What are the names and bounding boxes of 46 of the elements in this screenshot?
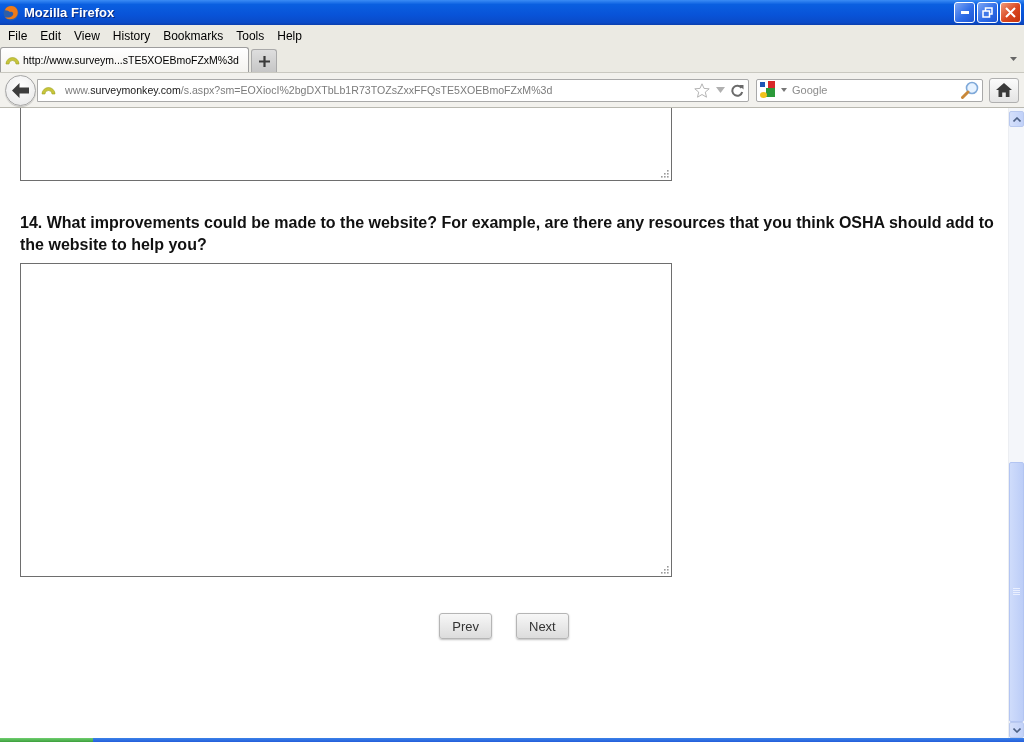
nav-button[interactable]: Next: [516, 613, 569, 639]
menu-item[interactable]: View: [68, 28, 106, 43]
home-icon: [996, 83, 1012, 97]
menu-item[interactable]: Edit: [34, 28, 68, 43]
menu-item[interactable]: Bookmarks: [157, 28, 230, 43]
reload-icon[interactable]: [731, 83, 744, 97]
back-arrow-icon: [12, 82, 29, 98]
arc-icon: [41, 85, 56, 95]
restore-icon: [982, 7, 993, 18]
search-icon[interactable]: [961, 81, 979, 99]
back-button[interactable]: [5, 74, 36, 106]
scroll-thumb[interactable]: [1009, 462, 1024, 722]
resize-grip-icon: [660, 565, 669, 574]
minimize-icon: [960, 11, 969, 14]
close-icon: [1005, 7, 1016, 18]
address-field[interactable]: www.surveymonkey.com/s.aspx?sm=EOXiocI%2bgDXTbLb1R73TOZsZxxFFQsTE5XOEBmoFZxM%3d: [37, 78, 749, 102]
plus-icon: [258, 55, 270, 67]
grip-icon: [1013, 588, 1020, 596]
menu-item[interactable]: History: [106, 28, 157, 43]
chevron-down-icon: [1012, 727, 1021, 733]
arc-icon: [5, 55, 20, 65]
close-button[interactable]: [1000, 2, 1021, 23]
logo-icon[interactable]: [760, 81, 778, 99]
new-tab-button[interactable]: [251, 49, 277, 72]
menu-item[interactable]: Help: [271, 28, 308, 43]
browser-tab[interactable]: http://www.surveym...sTE5XOEBmoFZxM%3d: [0, 47, 249, 72]
search-field[interactable]: Google: [756, 78, 983, 102]
caret-icon[interactable]: [1010, 57, 1017, 61]
minimize-button[interactable]: [954, 2, 975, 23]
start-button[interactable]: [0, 738, 93, 742]
nav-button[interactable]: Prev: [439, 613, 492, 639]
menu-item[interactable]: Tools: [230, 28, 271, 43]
question-text: 14. What improvements could be made to the website? For example, are there any resources that you think OSHA should add to the website to help you?: [20, 213, 995, 255]
star-icon[interactable]: [694, 82, 710, 98]
url-text: www.surveymonkey.com/s.aspx?sm=EOXiocI%2bgDXTbLb1R73TOZsZxxFFQsTE5XOEBmoFZxM%3d: [65, 84, 554, 96]
scroll-down-button[interactable]: [1009, 722, 1024, 738]
resize-grip-icon: [660, 169, 669, 178]
window-title: Mozilla Firefox: [24, 5, 116, 20]
menu-item[interactable]: File: [2, 28, 34, 43]
chevron-up-icon: [1012, 116, 1021, 122]
caret-icon[interactable]: [781, 88, 787, 92]
scroll-up-button[interactable]: [1009, 111, 1024, 127]
restore-button[interactable]: [977, 2, 998, 23]
browser-logo-icon: [3, 4, 19, 21]
home-button[interactable]: [989, 77, 1019, 103]
search-input[interactable]: Google: [792, 84, 961, 96]
